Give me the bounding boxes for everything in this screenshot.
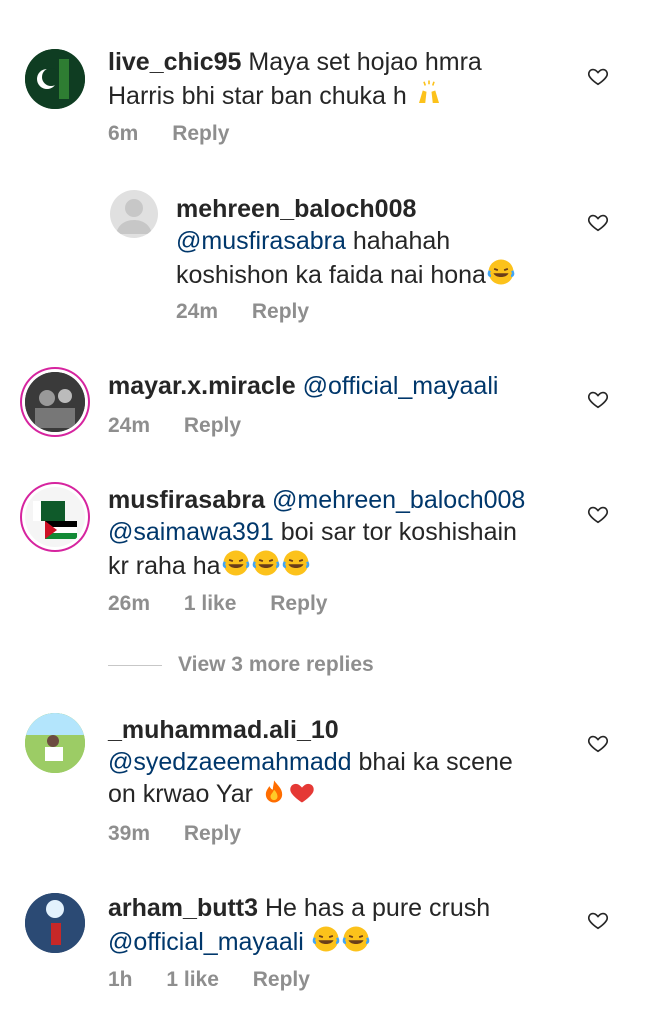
reply-button[interactable]: Reply — [184, 414, 241, 437]
laughing-tears-emoji — [341, 924, 371, 954]
comment-text: hahahah — [352, 227, 451, 255]
comment-text: Harris bhi star ban chuka h — [108, 82, 407, 110]
fire-emoji — [260, 778, 288, 806]
laughing-tears-emoji — [221, 548, 251, 578]
reply-button[interactable]: Reply — [253, 968, 310, 991]
divider — [108, 664, 162, 666]
comment-meta: 24m Reply — [108, 414, 269, 438]
heart-outline-icon[interactable] — [587, 732, 609, 754]
comment-body: mayar.x.miracle @official_mayaali — [108, 370, 578, 402]
reply-button[interactable]: Reply — [270, 592, 327, 615]
comment-body: live_chic95 Maya set hojao hmra Harris b… — [108, 46, 568, 112]
avatar[interactable] — [25, 487, 85, 547]
mention-link[interactable]: @official_mayaali — [108, 928, 304, 956]
comment-text: Maya set hojao hmra — [248, 48, 482, 76]
comment-body: musfirasabra @mehreen_baloch008 @saimawa… — [108, 484, 578, 582]
comment-text: koshishon ka faida nai hona — [176, 261, 486, 289]
comment-text: kr raha ha — [108, 552, 221, 580]
mention-link[interactable]: @musfirasabra — [176, 227, 346, 255]
timestamp: 24m — [108, 414, 151, 437]
default-avatar-icon — [116, 199, 152, 234]
like-count[interactable]: 1 like — [184, 592, 237, 615]
avatar[interactable] — [110, 190, 158, 238]
avatar[interactable] — [25, 893, 85, 953]
comment-meta: 1h 1 like Reply — [108, 968, 338, 992]
avatar[interactable] — [25, 49, 85, 109]
comment-meta: 24m Reply — [176, 300, 337, 324]
mention-link[interactable]: @official_mayaali — [303, 372, 499, 400]
comment-body: mehreen_baloch008 @musfirasabra hahahah … — [176, 193, 576, 291]
comment-meta: 6m Reply — [108, 122, 257, 146]
username[interactable]: mayar.x.miracle — [108, 372, 296, 400]
laughing-tears-emoji — [251, 548, 281, 578]
timestamp: 26m — [108, 592, 151, 615]
comment-text: He has a pure crush — [265, 894, 491, 922]
comment-meta: 26m 1 like Reply — [108, 592, 355, 616]
timestamp: 1h — [108, 968, 133, 991]
comment-text: boi sar tor koshishain — [280, 518, 517, 546]
pakistan-avatar-icon — [25, 49, 85, 109]
like-count[interactable]: 1 like — [166, 968, 219, 991]
photo-avatar-icon — [25, 893, 85, 953]
red-heart-emoji — [288, 778, 316, 806]
timestamp: 39m — [108, 822, 151, 845]
comment-text: bhai ka scene — [358, 748, 513, 776]
laughing-tears-emoji — [311, 924, 341, 954]
heart-outline-icon[interactable] — [587, 909, 609, 931]
username[interactable]: arham_butt3 — [108, 894, 258, 922]
raising-hands-emoji — [414, 78, 444, 108]
laughing-tears-emoji — [281, 548, 311, 578]
heart-outline-icon[interactable] — [587, 211, 609, 233]
reply-button[interactable]: Reply — [184, 822, 241, 845]
heart-outline-icon[interactable] — [587, 388, 609, 410]
comment-body: arham_butt3 He has a pure crush @officia… — [108, 892, 578, 958]
heart-outline-icon[interactable] — [587, 503, 609, 525]
flags-avatar-icon — [25, 487, 85, 547]
view-more-label: View 3 more replies — [178, 653, 374, 676]
photo-avatar-icon — [25, 713, 85, 773]
mention-link[interactable]: @syedzaeemahmadd — [108, 748, 352, 776]
username[interactable]: mehreen_baloch008 — [176, 195, 416, 223]
comment-body: _muhammad.ali_10 @syedzaeemahmadd bhai k… — [108, 714, 578, 810]
reply-button[interactable]: Reply — [252, 300, 309, 323]
avatar[interactable] — [25, 372, 85, 432]
avatar[interactable] — [25, 713, 85, 773]
timestamp: 6m — [108, 122, 139, 145]
username[interactable]: musfirasabra — [108, 486, 265, 514]
laughing-tears-emoji — [486, 257, 516, 287]
view-more-replies-button[interactable]: View 3 more replies — [108, 650, 374, 680]
username[interactable]: live_chic95 — [108, 48, 241, 76]
comment-meta: 39m Reply — [108, 822, 269, 846]
photo-avatar-icon — [25, 372, 85, 432]
mention-link[interactable]: @mehreen_baloch008 — [272, 486, 525, 514]
mention-link[interactable]: @saimawa391 — [108, 518, 274, 546]
reply-button[interactable]: Reply — [172, 122, 229, 145]
comment-text: on krwao Yar — [108, 780, 253, 808]
timestamp: 24m — [176, 300, 219, 323]
username[interactable]: _muhammad.ali_10 — [108, 716, 339, 744]
heart-outline-icon[interactable] — [587, 65, 609, 87]
